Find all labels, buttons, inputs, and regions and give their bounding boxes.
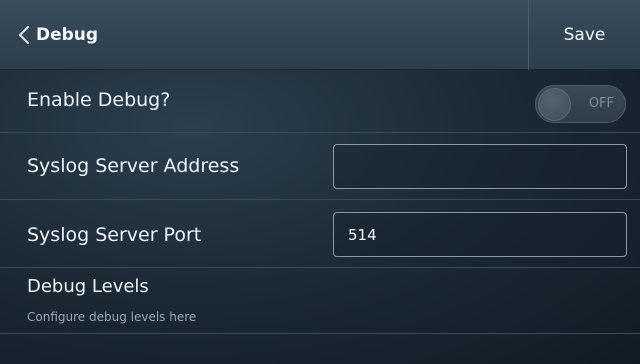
- back-button[interactable]: Debug: [0, 0, 108, 69]
- enable-debug-label: Enable Debug?: [27, 89, 171, 111]
- enable-debug-toggle[interactable]: OFF: [535, 85, 626, 123]
- debug-levels-row[interactable]: Debug Levels Configure debug levels here: [0, 268, 640, 334]
- toggle-knob: [538, 88, 571, 121]
- toggle-state-label: OFF: [588, 96, 614, 111]
- enable-debug-row: Enable Debug? OFF: [0, 70, 640, 133]
- save-button[interactable]: Save: [529, 0, 640, 70]
- syslog-address-row: Syslog Server Address: [0, 133, 640, 200]
- page-title: Debug: [36, 24, 99, 45]
- header-bar: Debug Save: [0, 0, 640, 70]
- debug-levels-description: Configure debug levels here: [27, 310, 197, 324]
- syslog-address-input[interactable]: [333, 144, 627, 189]
- syslog-port-input[interactable]: 514: [333, 212, 627, 257]
- syslog-port-row: Syslog Server Port 514: [0, 200, 640, 268]
- syslog-address-label: Syslog Server Address: [27, 155, 240, 177]
- syslog-port-label: Syslog Server Port: [27, 224, 202, 246]
- debug-levels-label: Debug Levels: [27, 276, 149, 297]
- chevron-left-icon: [19, 25, 29, 44]
